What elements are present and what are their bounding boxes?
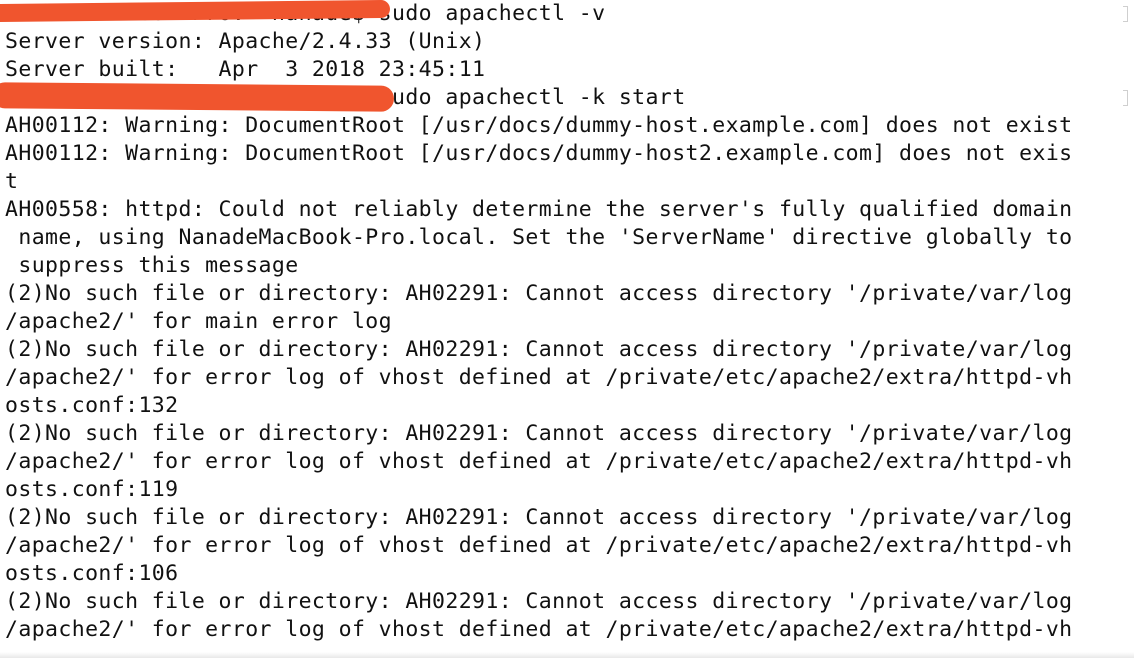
terminal-line-error-5a: (2)No such file or directory: AH02291: C… xyxy=(5,589,1073,614)
terminal-line-error-5b: /apache2/' for error log of vhost define… xyxy=(5,617,1073,642)
terminal-line-warning-2-wrap: t xyxy=(5,169,19,194)
redaction-mark-second xyxy=(0,82,395,112)
terminal-line-error-1b: /apache2/' for main error log xyxy=(5,309,392,334)
terminal-line-warning-2: AH00112: Warning: DocumentRoot [/usr/doc… xyxy=(5,141,1073,166)
terminal-line-ah00558-2: name, using NanadeMacBook-Pro.local. Set… xyxy=(5,225,1073,250)
terminal-line-error-2b: /apache2/' for error log of vhost define… xyxy=(5,365,1073,390)
line-end-marker-icon xyxy=(1123,6,1128,22)
terminal-line-error-4b: /apache2/' for error log of vhost define… xyxy=(5,533,1073,558)
terminal-line-error-2c: osts.conf:132 xyxy=(5,393,179,418)
terminal-line-server-built: Server built: Apr 3 2018 23:45:11 xyxy=(5,57,486,82)
terminal-window[interactable]: NanadeMacBook-Pro:~ nanade$ sudo apachec… xyxy=(0,0,1134,658)
window-bottom-edge xyxy=(0,652,1134,658)
terminal-line-error-3c: osts.conf:119 xyxy=(5,477,179,502)
terminal-line-error-4c: osts.conf:106 xyxy=(5,561,179,586)
terminal-line-server-version: Server version: Apache/2.4.33 (Unix) xyxy=(5,29,486,54)
terminal-line-error-4a: (2)No such file or directory: AH02291: C… xyxy=(5,505,1073,530)
terminal-line-error-3a: (2)No such file or directory: AH02291: C… xyxy=(5,421,1073,446)
terminal-line-error-3b: /apache2/' for error log of vhost define… xyxy=(5,449,1073,474)
terminal-line-warning-1: AH00112: Warning: DocumentRoot [/usr/doc… xyxy=(5,113,1073,138)
terminal-line-ah00558-1: AH00558: httpd: Could not reliably deter… xyxy=(5,197,1073,222)
line-end-marker-icon xyxy=(1123,90,1128,106)
terminal-line-error-1a: (2)No such file or directory: AH02291: C… xyxy=(5,281,1073,306)
terminal-line-error-2a: (2)No such file or directory: AH02291: C… xyxy=(5,337,1073,362)
terminal-line-ah00558-3: suppress this message xyxy=(5,253,299,278)
